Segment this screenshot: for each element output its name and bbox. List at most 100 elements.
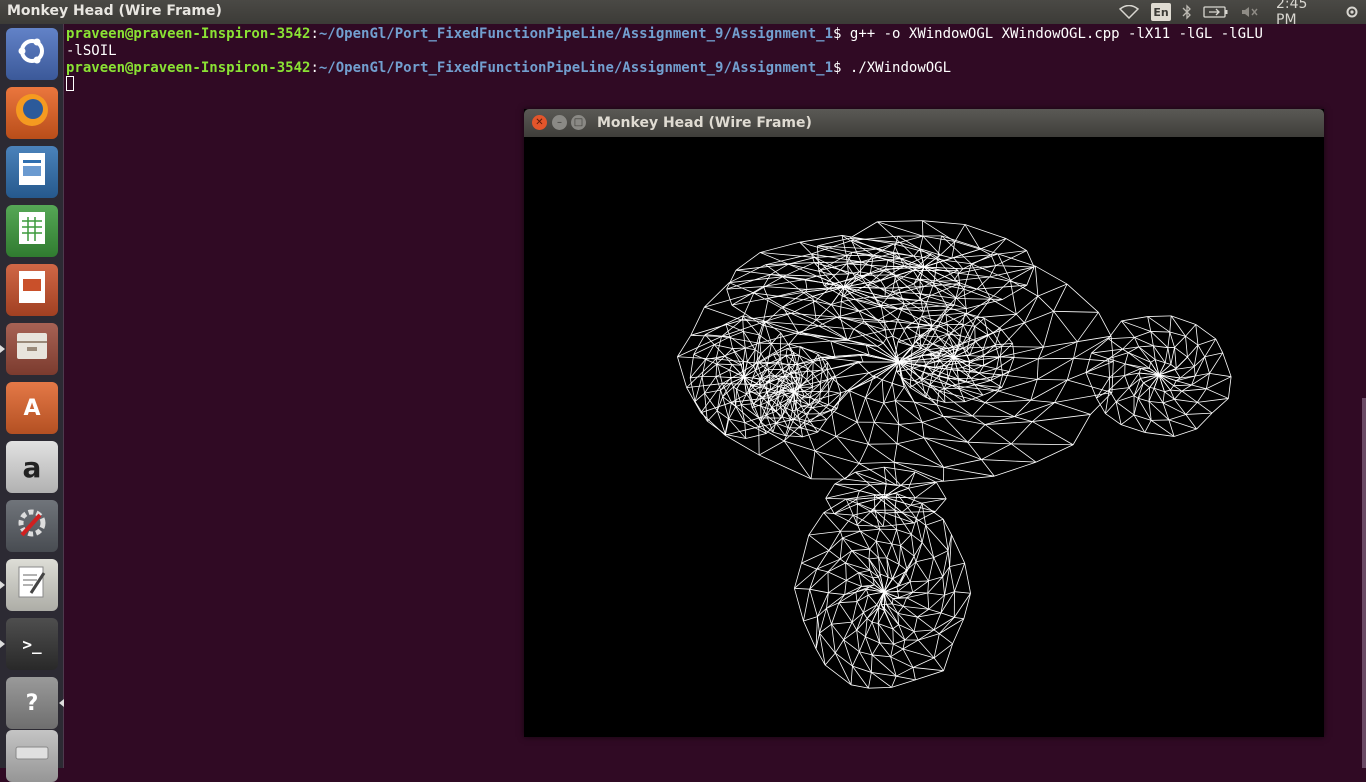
wire-edge [1196,324,1198,345]
wire-edge [1185,336,1197,345]
wire-edge [964,593,971,619]
wire-edge [1197,398,1228,402]
launcher-firefox[interactable] [6,87,58,139]
wire-edge [936,482,946,498]
wire-edge [803,617,817,621]
wire-edge [1011,422,1032,444]
wire-edge [991,239,1006,255]
wire-edge [901,256,914,259]
wire-edge [958,379,959,389]
wire-edge [754,366,756,370]
wire-edge [705,324,726,335]
close-button[interactable]: ✕ [532,115,547,130]
wire-edge [1086,373,1110,378]
gl-window[interactable]: ✕ – □ Monkey Head (Wire Frame) [524,109,1324,737]
wire-edge [1228,377,1231,399]
wire-edge [705,390,721,393]
terminal-icon: >_ [22,635,41,654]
wire-edge [1168,348,1171,365]
wire-edge [1134,383,1143,396]
writer-icon [18,152,46,192]
prompt-end: $ [833,26,850,42]
wire-edge [1186,413,1212,414]
battery-icon[interactable] [1203,3,1229,21]
wire-edge [1014,417,1032,422]
wire-edge [859,462,894,463]
wire-edge [743,348,745,361]
wire-edge [990,267,1034,277]
wire-edge [915,671,943,680]
wire-edge [878,309,898,321]
wire-edge [811,451,815,479]
wire-edge [981,460,994,477]
wire-edge [874,422,897,444]
wire-edge [820,414,827,420]
volume-muted-icon[interactable] [1240,3,1260,21]
wire-edge [714,337,730,345]
wire-edge [905,572,910,582]
clock[interactable]: 2:45 PM [1276,3,1332,21]
wire-edge [892,383,904,387]
keyboard-layout-indicator[interactable]: En [1151,3,1171,21]
wire-edge [687,388,701,413]
terminal-scrollbar[interactable] [1362,398,1366,768]
bluetooth-icon[interactable] [1180,3,1194,21]
wire-edge [975,381,991,385]
wire-edge [898,606,903,613]
wire-edge [915,498,946,499]
wire-edge [1148,317,1170,332]
wire-edge [834,504,857,514]
wire-edge [745,423,746,439]
maximize-button[interactable]: □ [571,115,586,130]
wire-edge [866,398,884,404]
wire-edge [894,462,897,485]
launcher-text-editor[interactable] [6,559,58,611]
wire-edge [1038,284,1067,296]
terminal-line-1: praveen@praveen-Inspiron-3542:~/OpenGl/P… [66,26,1263,43]
launcher-drive[interactable] [6,730,58,782]
wire-edge [1197,413,1212,429]
wire-edge [871,512,883,527]
launcher-libreoffice-calc[interactable] [6,205,58,257]
wire-edge [872,622,878,623]
wire-edge [828,572,846,580]
wire-edge [763,279,805,286]
wire-edge [893,629,905,640]
wire-edge [985,422,1032,425]
ubuntu-logo-icon [15,34,49,74]
wire-edge [852,666,868,688]
launcher-terminal[interactable]: >_ [6,618,58,670]
wire-edge [855,472,870,485]
minimize-button[interactable]: – [552,115,567,130]
launcher-help[interactable]: ? [6,677,58,729]
command-compile: g++ -o XWindowOGL XWindowOGL.cpp -lX11 -… [850,26,1263,42]
wire-edge [1043,311,1053,347]
wire-edge [971,373,979,378]
launcher-libreoffice-impress[interactable] [6,264,58,316]
wire-edge [842,531,860,538]
wire-edge [892,676,897,687]
wire-edge [934,630,939,634]
launcher-ubuntu-dash[interactable] [6,28,58,80]
wifi-icon[interactable] [1118,3,1140,21]
launcher-software-center[interactable]: A [6,382,58,434]
wire-edge [928,593,929,609]
wire-edge [914,632,918,641]
wire-edge [836,436,859,463]
wire-edge [832,362,858,379]
wire-edge [913,658,934,668]
launcher-amazon[interactable]: a [6,441,58,493]
wire-edge [959,266,996,274]
gl-window-titlebar[interactable]: ✕ – □ Monkey Head (Wire Frame) [524,109,1324,137]
power-gear-icon[interactable] [1343,3,1361,21]
wire-edge [985,391,998,402]
wire-edge [1123,349,1129,352]
wire-edge [913,667,944,670]
launcher-libreoffice-writer[interactable] [6,146,58,198]
launcher-files[interactable] [6,323,58,375]
wire-edge [809,397,810,404]
wire-edge [1170,332,1175,347]
wire-edge [1149,401,1163,402]
wire-edge [817,569,828,572]
launcher-system-settings[interactable] [6,500,58,552]
